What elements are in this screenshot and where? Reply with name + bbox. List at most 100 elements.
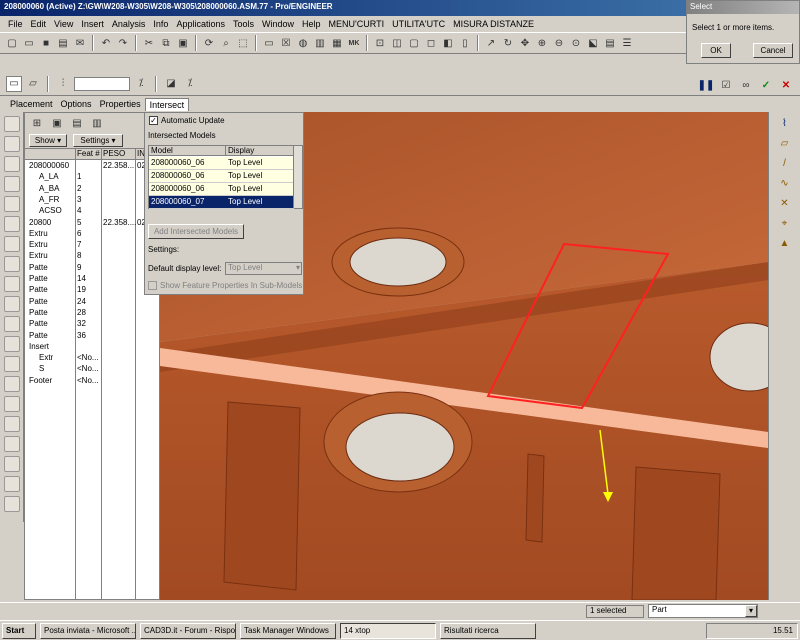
view-perspective-icon[interactable]: ◧ [440, 35, 456, 51]
close-window-icon[interactable]: ☒ [278, 35, 294, 51]
col-model[interactable]: Model [149, 146, 225, 156]
tab-options[interactable]: Options [57, 98, 96, 110]
window-icon[interactable]: ▭ [261, 35, 277, 51]
regenerate-icon[interactable]: ⟳ [201, 35, 217, 51]
col-feat[interactable]: Feat # [77, 149, 100, 158]
tree-row[interactable]: Extr <No... [25, 353, 159, 364]
tab-placement[interactable]: Placement [6, 98, 57, 110]
sketch-icon[interactable] [3, 216, 20, 232]
chamfer-icon[interactable] [3, 376, 20, 392]
tree-row[interactable]: Extru 8 [25, 251, 159, 262]
preview-icon[interactable]: ☑ [718, 77, 734, 93]
menu-insert[interactable]: Insert [77, 19, 108, 29]
menu-edit[interactable]: Edit [27, 19, 51, 29]
start-button[interactable]: Start [2, 623, 36, 639]
settings-dropdown[interactable]: Settings ▾ [73, 134, 123, 147]
view-flat-icon[interactable]: ▯ [457, 35, 473, 51]
tree-row[interactable]: S <No... [25, 364, 159, 375]
extrude-icon[interactable] [3, 236, 20, 252]
datum-axis-icon[interactable]: ↗ [483, 35, 499, 51]
col-display[interactable]: Display [225, 146, 294, 156]
menu-tools[interactable]: Tools [229, 19, 258, 29]
menu-utilita-utc[interactable]: UTILITA'UTC [388, 19, 449, 29]
tree-row[interactable]: Extru 7 [25, 240, 159, 251]
task-cad3d[interactable]: CAD3D.it - Forum - Rispo... [140, 623, 236, 639]
menu-view[interactable]: View [50, 19, 77, 29]
solid-icon[interactable]: ▭ [6, 75, 22, 92]
model-display-level[interactable]: Top Level [228, 184, 262, 193]
coordinate-system-icon[interactable] [3, 196, 20, 212]
tree-row[interactable]: Footer <No... [25, 376, 159, 387]
chevron-down-icon[interactable]: ▾ [745, 605, 757, 617]
model-display-level[interactable]: Top Level [228, 171, 262, 180]
calc-icon[interactable]: ▦ [329, 35, 345, 51]
tree-row[interactable]: Patte 19 [25, 285, 159, 296]
model-row[interactable]: 208000060_06 Top Level [149, 170, 294, 183]
model-row[interactable]: 208000060_06 Top Level [149, 157, 294, 170]
paste-icon[interactable]: ▣ [175, 35, 191, 51]
shell-icon[interactable] [3, 296, 20, 312]
offset-icon[interactable] [3, 496, 20, 512]
cut-icon[interactable]: ✂ [141, 35, 157, 51]
tree-row[interactable]: A_FR 3 [25, 195, 159, 206]
merge-icon[interactable] [3, 436, 20, 452]
tree-row[interactable]: A_BA 2 [25, 184, 159, 195]
tab-properties[interactable]: Properties [96, 98, 145, 110]
menu-misura-distanze[interactable]: MISURA DISTANZE [449, 19, 538, 29]
view-orient-icon[interactable]: ⬕ [585, 35, 601, 51]
table-scrollbar[interactable] [293, 146, 302, 208]
task-manager[interactable]: Task Manager Windows [240, 623, 336, 639]
tree-row[interactable]: 208000060 22.358... 02 [25, 161, 159, 172]
menu-info[interactable]: Info [149, 19, 172, 29]
col-peso[interactable]: PESO [103, 149, 125, 158]
tree-row[interactable]: Patte 9 [25, 263, 159, 274]
datum-curve-icon[interactable] [3, 156, 20, 172]
cancel-feature-icon[interactable]: ✕ [778, 77, 794, 93]
glasses-icon[interactable]: ∞ [738, 77, 754, 93]
task-xtop[interactable]: 14 xtop [340, 623, 436, 639]
tree-folder-icon[interactable]: ▣ [49, 115, 65, 131]
tree-row[interactable]: A_LA 1 [25, 172, 159, 183]
tree-settings-icon[interactable]: ▥ [89, 115, 105, 131]
mck-icon[interactable]: MK [346, 35, 362, 51]
layers-icon[interactable]: ☰ [619, 35, 635, 51]
datum-curve-create-icon[interactable]: ∿ [778, 178, 792, 192]
open-folder-icon[interactable]: ▭ [21, 35, 37, 51]
menu-file[interactable]: File [4, 19, 27, 29]
color-icon[interactable]: ◍ [295, 35, 311, 51]
hole-icon[interactable] [3, 276, 20, 292]
select-box-icon[interactable]: ⬚ [235, 35, 251, 51]
saved-views-icon[interactable]: ▤ [602, 35, 618, 51]
print-icon[interactable]: ▤ [55, 35, 71, 51]
thicken-icon[interactable]: ⁒ [182, 76, 198, 92]
menu-curti[interactable]: MENU'CURTI [325, 19, 389, 29]
tree-row[interactable]: Extru 6 [25, 229, 159, 240]
tree-row[interactable]: ACSO 4 [25, 206, 159, 217]
confirm-icon[interactable]: ✓ [758, 77, 774, 93]
undo-icon[interactable]: ↶ [98, 35, 114, 51]
depth-value-field[interactable] [74, 76, 130, 91]
intersect-icon[interactable] [3, 476, 20, 492]
depth-option-icon[interactable]: ⫶ [55, 76, 71, 92]
surface-icon[interactable]: ▱ [25, 76, 41, 92]
zoom-in-icon[interactable]: ⊕ [534, 35, 550, 51]
copy-icon[interactable]: ⧉ [158, 35, 174, 51]
model-row[interactable]: 208000060_07 Top Level [149, 196, 294, 209]
redo-icon[interactable]: ↷ [115, 35, 131, 51]
model-display-level[interactable]: Top Level [228, 197, 262, 206]
auto-update-row[interactable]: ✓ Automatic Update [149, 116, 225, 126]
trim-icon[interactable] [3, 456, 20, 472]
datum-plane-display-icon[interactable]: ⌇ [778, 118, 792, 132]
analysis-icon[interactable]: ▲ [778, 238, 792, 252]
view-wireframe-icon[interactable]: ◻ [423, 35, 439, 51]
mirror-icon[interactable] [3, 416, 20, 432]
model-display-level[interactable]: Top Level [228, 158, 262, 167]
draft-icon[interactable] [3, 336, 20, 352]
save-icon[interactable]: ■ [38, 35, 54, 51]
view-shaded-icon[interactable]: ◫ [389, 35, 405, 51]
tree-row[interactable]: 20800 5 22.358.... 02 [25, 218, 159, 229]
tree-row[interactable]: Patte 28 [25, 308, 159, 319]
tree-columns-icon[interactable]: ▤ [69, 115, 85, 131]
menu-applications[interactable]: Applications [172, 19, 229, 29]
cancel-button[interactable]: Cancel [753, 43, 793, 58]
